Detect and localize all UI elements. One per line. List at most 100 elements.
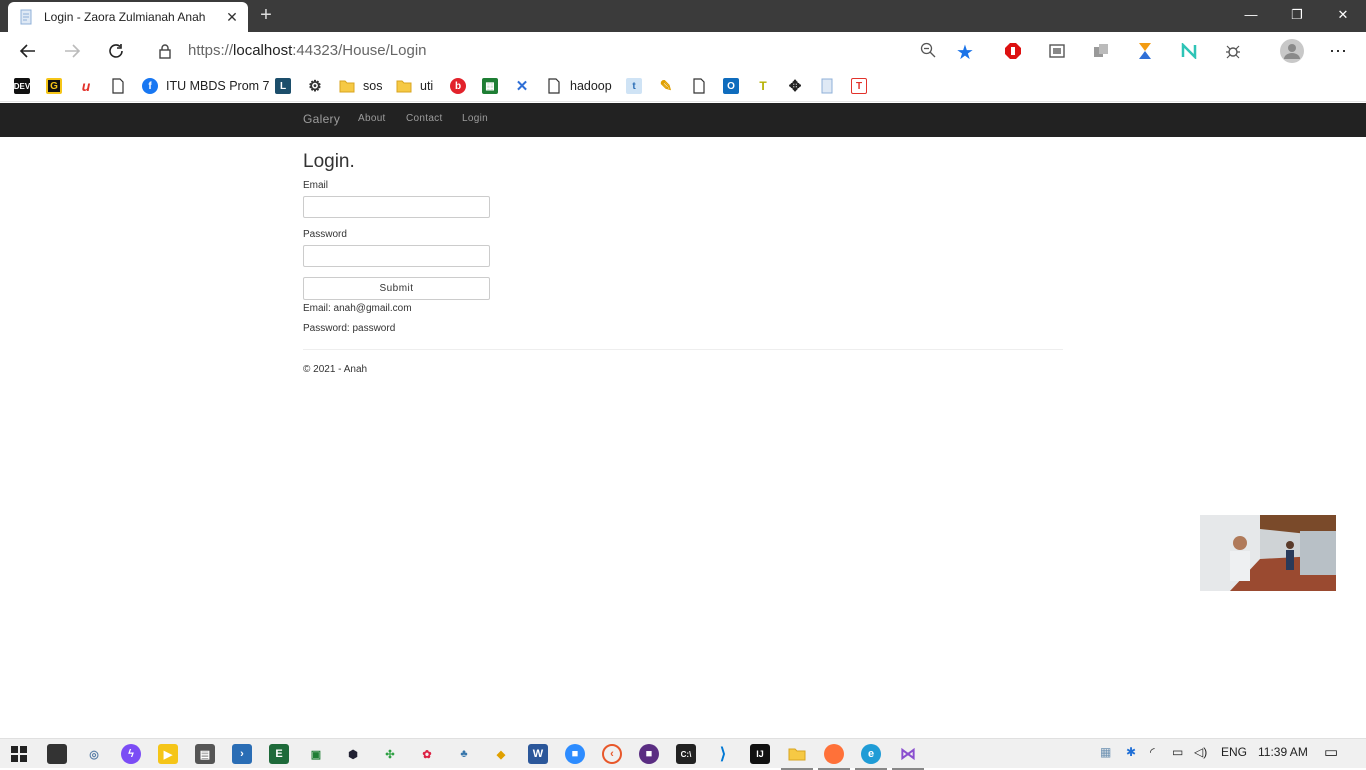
restore-button[interactable]: ❐ [1274, 0, 1320, 30]
volume-icon[interactable]: ◁) [1194, 745, 1207, 759]
powershell-icon[interactable]: › [232, 744, 252, 764]
bookmark-grammarly[interactable]: G [46, 76, 70, 96]
notifications-icon[interactable]: ▭ [1324, 743, 1338, 761]
nav-contact-link[interactable]: Contact [406, 113, 443, 124]
bookmark-itu-mbds[interactable]: f ITU MBDS Prom 7 [142, 76, 270, 96]
nav-about-link[interactable]: About [358, 113, 386, 124]
address-bar[interactable]: https://localhost:44323/House/Login ★ [144, 36, 986, 66]
bookmark-settings[interactable]: ⚙ [307, 76, 331, 96]
favorite-star-icon[interactable]: ★ [956, 40, 974, 65]
design-app-icon[interactable]: ✿ [417, 744, 437, 764]
python-icon[interactable]: ♣ [454, 744, 474, 764]
document-favicon-icon [20, 9, 32, 25]
refresh-button[interactable] [103, 39, 129, 63]
builder-app-icon[interactable]: ◆ [491, 744, 511, 764]
language-indicator[interactable]: ENG [1221, 745, 1247, 759]
bookmark-pencil[interactable]: ✎ [658, 76, 682, 96]
firefox-icon[interactable] [818, 744, 850, 770]
email-field[interactable] [303, 196, 490, 218]
bookmark-t-yellow[interactable]: T [755, 76, 779, 96]
screenshot-extension-icon[interactable] [1047, 41, 1067, 61]
t-logo-icon: t [626, 78, 642, 94]
bookmark-dev[interactable]: DEV [14, 76, 38, 96]
url-text[interactable]: https://localhost:44323/House/Login [188, 42, 427, 59]
windows-taskbar: ◎ ϟ ▶ ▤ › E ▣ ⬢ ✣ ✿ ♣ ◆ W ■ ‹ ■ C:\ ⟩ IJ… [0, 738, 1366, 770]
visual-studio-icon[interactable]: ⋈ [892, 744, 924, 770]
virtualbox-icon[interactable]: ⬢ [343, 744, 363, 764]
bookmark-sos[interactable]: sos [339, 76, 382, 96]
bookmark-green-app[interactable]: ▦ [482, 76, 506, 96]
sticky-notes-icon[interactable] [47, 744, 67, 764]
network-app-icon[interactable]: ▣ [306, 744, 326, 764]
bookmark-x[interactable]: ✕ [514, 76, 538, 96]
calculator-icon[interactable]: ▤ [195, 744, 215, 764]
n-extension-icon[interactable] [1179, 41, 1199, 61]
profile-avatar[interactable] [1280, 39, 1304, 63]
start-windows-icon[interactable] [9, 744, 29, 764]
back-arrow-icon [19, 44, 35, 58]
window-close-button[interactable]: ✕ [1320, 0, 1366, 30]
media-player-icon[interactable]: ▶ [158, 744, 178, 764]
browser-tab-strip: Login - Zaora Zulmianah Anah ✕ + — ❐ ✕ [0, 0, 1366, 32]
pip-video-thumbnail[interactable] [1200, 515, 1336, 591]
bookmark-nodes[interactable]: ✥ [787, 76, 811, 96]
new-tab-button[interactable]: + [255, 4, 277, 26]
adblock-extension-icon[interactable] [1003, 41, 1023, 61]
browser-tab[interactable]: Login - Zaora Zulmianah Anah ✕ [8, 2, 248, 32]
editor-icon[interactable]: E [269, 744, 289, 764]
network-tray-icon[interactable]: ▦ [1100, 745, 1111, 759]
lock-icon[interactable] [158, 43, 172, 59]
hourglass-extension-icon[interactable] [1135, 41, 1155, 61]
battery-icon[interactable]: ▭ [1172, 745, 1183, 759]
submit-button[interactable]: Submit [303, 277, 490, 300]
messenger-icon[interactable]: ϟ [121, 744, 141, 764]
forward-button[interactable] [59, 39, 85, 63]
bookmark-page-2[interactable] [691, 76, 715, 96]
brand-link[interactable]: Galery [303, 112, 340, 126]
page-icon [691, 78, 707, 94]
zoom-out-icon[interactable] [920, 42, 936, 58]
word-icon[interactable]: W [528, 744, 548, 764]
tab-close-icon[interactable]: ✕ [224, 9, 240, 26]
paint-icon[interactable]: ◎ [84, 744, 104, 764]
bookmark-t[interactable]: t [626, 76, 650, 96]
tools-app-icon[interactable]: ✣ [380, 744, 400, 764]
bookmark-beats[interactable]: b [450, 76, 474, 96]
site-navbar: Galery About Contact Login [0, 103, 1366, 137]
bluetooth-icon[interactable]: ✱ [1126, 745, 1136, 759]
clock-time[interactable]: 11:39 AM [1258, 745, 1308, 759]
password-field[interactable] [303, 245, 490, 267]
clock-app-icon[interactable]: ‹ [602, 744, 622, 764]
folder-icon [339, 78, 355, 94]
page-icon [110, 78, 126, 94]
back-button[interactable] [15, 39, 41, 63]
bookmark-label: hadoop [570, 79, 612, 93]
bookmark-t-red[interactable]: T [851, 76, 875, 96]
minimize-button[interactable]: — [1228, 0, 1274, 30]
bookmark-u[interactable]: u [78, 76, 102, 96]
purple-app-icon[interactable]: ■ [639, 744, 659, 764]
vscode-icon[interactable]: ⟩ [713, 744, 733, 764]
zoom-icon[interactable]: ■ [565, 744, 585, 764]
outlook-icon: O [723, 78, 739, 94]
pencil-icon: ✎ [659, 78, 673, 95]
bookmark-uti[interactable]: uti [396, 76, 433, 96]
more-menu-icon[interactable]: ⋯ [1328, 41, 1348, 61]
folder-icon [396, 78, 412, 94]
bookmark-outlook[interactable]: O [723, 76, 747, 96]
beats-icon: b [450, 78, 466, 94]
footer-text: © 2021 - Anah [303, 364, 368, 375]
wifi-icon[interactable]: ◜ [1150, 745, 1155, 759]
nav-login-link[interactable]: Login [462, 113, 488, 124]
edge-icon[interactable]: e [855, 744, 887, 770]
file-explorer-icon[interactable] [781, 744, 813, 770]
bug-extension-icon[interactable] [1223, 41, 1243, 61]
bookmark-doc[interactable] [819, 76, 843, 96]
bookmark-page[interactable] [110, 76, 134, 96]
copy-extension-icon[interactable] [1091, 41, 1111, 61]
terminal-icon[interactable]: C:\ [676, 744, 696, 764]
intellij-icon[interactable]: IJ [750, 744, 770, 764]
bookmark-l[interactable]: L [275, 76, 299, 96]
l-logo-icon: L [275, 78, 291, 94]
bookmark-hadoop[interactable]: hadoop [546, 76, 612, 96]
